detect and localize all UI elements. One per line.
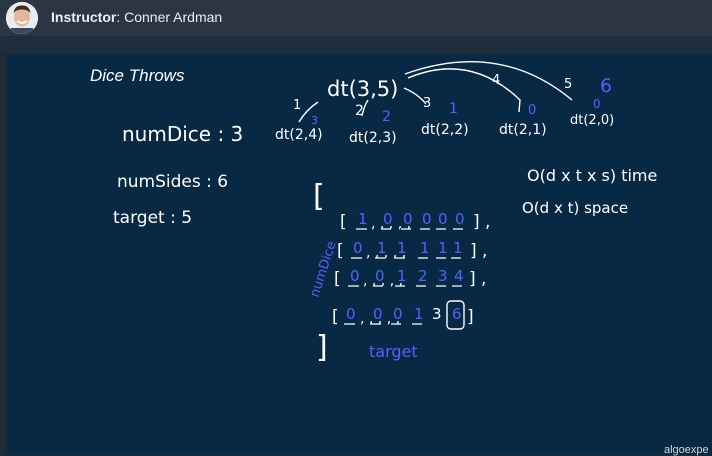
tree-child-3: dt(2,2) [421,122,469,138]
time-complexity: O(d x t x s) time [527,166,657,185]
tree-child-1: dt(2,4) [275,127,323,143]
cell-1-4: 1 [438,239,448,257]
row-bracket-close: ] , [470,241,487,261]
col-axis-label: target [369,342,418,361]
cell-2-4: 3 [438,267,448,285]
child-result-1: 3 [311,114,318,127]
cell-1-3: 1 [420,239,430,257]
cell-0-5: 0 [455,210,465,228]
child-result-3: 1 [449,101,458,117]
cell-3-3: 1 [414,305,424,323]
child-result-2: 2 [382,109,391,125]
cell-2-3: 2 [418,267,428,285]
cell-2-5: 4 [454,267,464,285]
tree-child-5: dt(2,0) [570,113,614,128]
given-num-sides: numSides : 6 [117,172,228,192]
watermark: algoexpe [664,444,709,456]
cell-0-0: 1 [358,210,368,228]
row-bracket-close: ] , [473,212,490,232]
tree-child-2: dt(2,3) [349,130,397,146]
tree-edge-5 [404,61,573,101]
cell-3-5: 6 [452,305,462,323]
cell-1-0: 0 [353,239,363,257]
row-bracket-close: ] [467,307,474,327]
space-complexity: O(d x t) space [522,199,628,217]
cell-0-4: 0 [438,210,448,228]
given-target: target : 5 [113,208,192,228]
tree-child-4: dt(2,1) [499,122,547,138]
row-bracket-open: [ [334,269,341,289]
child-result-5: 0 [593,97,601,111]
cell-2-0: 0 [350,267,360,285]
edge-label-4: 4 [492,73,500,88]
whiteboard-ink: numDice : 3 numSides : 6 target : 5 dt(3… [113,61,657,365]
edge-label-2: 2 [355,103,364,119]
row-bracket-open: [ [332,307,339,327]
cell-0-3: 0 [422,210,432,228]
row-bracket-close: ] , [469,269,486,289]
tree-root: dt(3,5) [327,77,398,101]
table-open-bracket: [ [313,179,325,214]
edge-label-1: 1 [293,98,301,113]
cell-1-5: 1 [453,239,463,257]
extra-result: 6 [600,75,612,97]
table-close-bracket: ] [316,330,328,365]
cell-3-0: 0 [346,305,356,323]
row-bracket-open: [ [340,212,347,232]
edge-label-3: 3 [423,96,431,111]
cell-3-4: 3 [432,305,442,323]
child-result-4: 0 [528,103,536,118]
edge-label-5: 5 [564,77,572,92]
given-num-dice: numDice : 3 [122,122,243,146]
